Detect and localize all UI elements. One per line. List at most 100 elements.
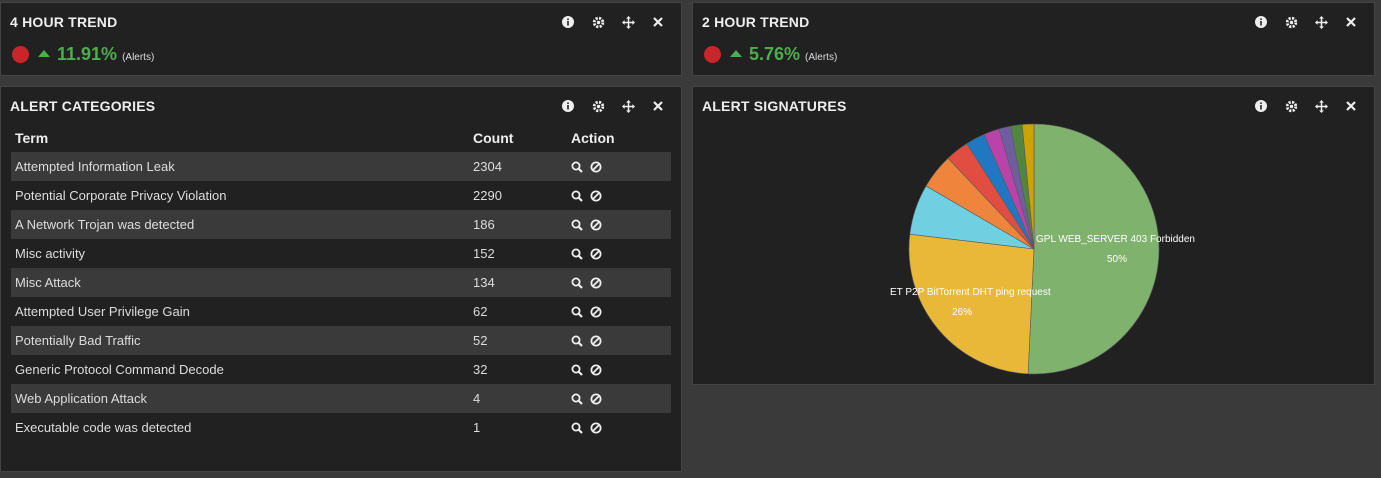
status-dot <box>12 46 29 63</box>
trend-percent: 11.91% <box>57 44 118 64</box>
ban-icon[interactable] <box>590 364 602 376</box>
pie-slice-label: ET P2P BitTorrent DHT ping request <box>890 287 1051 298</box>
table-row: Executable code was detected 1 <box>11 413 671 442</box>
action-cell <box>567 326 671 355</box>
count-cell: 62 <box>473 304 488 319</box>
term-cell: Potential Corporate Privacy Violation <box>15 188 227 203</box>
pie-slice-percent: 26% <box>952 307 972 318</box>
search-icon[interactable] <box>571 161 583 173</box>
term-header[interactable]: Term <box>11 124 469 152</box>
pie-slice[interactable] <box>908 233 1035 375</box>
pie-slice[interactable] <box>1027 123 1160 375</box>
table-row: A Network Trojan was detected 186 <box>11 210 671 239</box>
info-icon[interactable] <box>1246 14 1276 30</box>
panel-toolbar <box>553 98 673 114</box>
signatures-pie-chart: GPL WEB_SERVER 403 Forbidden 50% ET P2P Bi… <box>890 123 1195 375</box>
count-cell: 1 <box>473 420 481 435</box>
search-icon[interactable] <box>571 306 583 318</box>
panel-title: 2 HOUR TREND <box>702 14 810 30</box>
trend-4h-panel: 4 HOUR TREND 11.91% (Alerts) <box>0 2 682 76</box>
trend-percent: 5.76% <box>749 44 801 64</box>
gear-icon[interactable] <box>583 98 613 114</box>
alert-signatures-panel: ALERT SIGNATURES GPL WEB_SERVER 403 Forb… <box>692 86 1375 385</box>
action-cell <box>567 384 671 413</box>
table-row: Misc activity 152 <box>11 239 671 268</box>
trend-2h-panel: 2 HOUR TREND 5.76% (Alerts) <box>692 2 1375 76</box>
ban-icon[interactable] <box>590 393 602 405</box>
ban-icon[interactable] <box>590 277 602 289</box>
ban-icon[interactable] <box>590 422 602 434</box>
trend-unit: (Alerts) <box>805 52 838 63</box>
action-cell <box>567 355 671 384</box>
trend-unit: (Alerts) <box>122 52 155 63</box>
search-icon[interactable] <box>571 393 583 405</box>
search-icon[interactable] <box>571 190 583 202</box>
action-cell <box>567 268 671 297</box>
search-icon[interactable] <box>571 248 583 260</box>
panel-title: 4 HOUR TREND <box>10 14 118 30</box>
info-icon[interactable] <box>553 98 583 114</box>
trend-up-icon <box>730 49 742 57</box>
ban-icon[interactable] <box>590 219 602 231</box>
count-cell: 186 <box>469 210 567 239</box>
alert-categories-table: Term Count Action Attempted Information … <box>11 124 671 442</box>
search-icon[interactable] <box>571 219 583 231</box>
gear-icon[interactable] <box>1276 98 1306 114</box>
search-icon[interactable] <box>571 335 583 347</box>
term-cell: Generic Protocol Command Decode <box>15 362 224 377</box>
close-icon[interactable] <box>1336 14 1366 30</box>
pie-slice-label: GPL WEB_SERVER 403 Forbidden <box>1036 234 1195 245</box>
search-icon[interactable] <box>571 422 583 434</box>
table-row: Web Application Attack 4 <box>11 384 671 413</box>
count-cell: 2290 <box>473 188 502 203</box>
panel-toolbar <box>553 14 673 30</box>
count-cell: 134 <box>469 268 567 297</box>
term-cell: Potentially Bad Traffic <box>11 326 469 355</box>
trend-up-icon <box>38 49 50 57</box>
ban-icon[interactable] <box>590 335 602 347</box>
gear-icon[interactable] <box>583 14 613 30</box>
close-icon[interactable] <box>643 98 673 114</box>
search-icon[interactable] <box>571 277 583 289</box>
count-header[interactable]: Count <box>469 124 567 152</box>
table-row: Attempted Information Leak 2304 <box>11 152 671 181</box>
action-cell <box>567 413 671 442</box>
action-header: Action <box>571 130 615 146</box>
close-icon[interactable] <box>643 14 673 30</box>
action-cell <box>567 239 671 268</box>
table-row: Misc Attack 134 <box>11 268 671 297</box>
ban-icon[interactable] <box>590 248 602 260</box>
action-cell <box>567 297 671 326</box>
ban-icon[interactable] <box>590 190 602 202</box>
pie-slice-percent: 50% <box>1107 254 1127 265</box>
count-cell: 32 <box>473 362 488 377</box>
action-cell <box>567 181 671 210</box>
term-cell: A Network Trojan was detected <box>11 210 469 239</box>
count-cell: 4 <box>469 384 567 413</box>
term-cell: Misc Attack <box>11 268 469 297</box>
table-row: Attempted User Privilege Gain 62 <box>11 297 671 326</box>
panel-title: ALERT SIGNATURES <box>702 98 847 114</box>
term-cell: Attempted User Privilege Gain <box>15 304 190 319</box>
gear-icon[interactable] <box>1276 14 1306 30</box>
close-icon[interactable] <box>1336 98 1366 114</box>
move-icon[interactable] <box>1306 98 1336 114</box>
table-row: Generic Protocol Command Decode 32 <box>11 355 671 384</box>
count-cell: 52 <box>469 326 567 355</box>
move-icon[interactable] <box>613 14 643 30</box>
count-cell: 152 <box>473 246 495 261</box>
search-icon[interactable] <box>571 364 583 376</box>
table-body: Attempted Information Leak 2304 Potential … <box>11 152 671 442</box>
ban-icon[interactable] <box>590 306 602 318</box>
table-row: Potential Corporate Privacy Violation 229… <box>11 181 671 210</box>
panel-toolbar <box>1246 98 1366 114</box>
ban-icon[interactable] <box>590 161 602 173</box>
term-cell: Web Application Attack <box>11 384 469 413</box>
action-cell <box>567 152 671 181</box>
info-icon[interactable] <box>553 14 583 30</box>
move-icon[interactable] <box>613 98 643 114</box>
move-icon[interactable] <box>1306 14 1336 30</box>
panel-toolbar <box>1246 14 1366 30</box>
status-dot <box>704 46 721 63</box>
info-icon[interactable] <box>1246 98 1276 114</box>
